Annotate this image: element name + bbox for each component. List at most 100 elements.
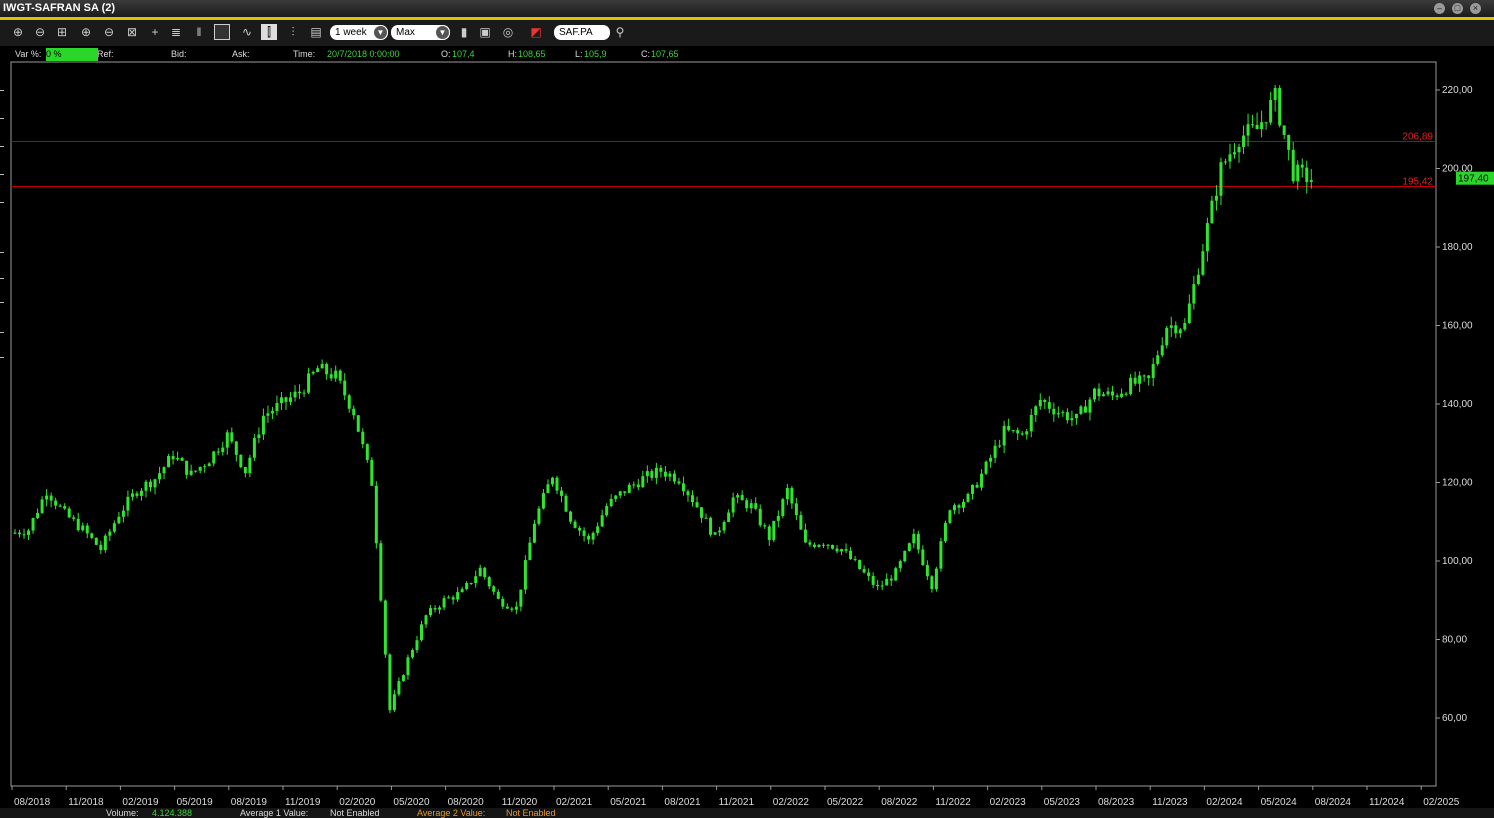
candle-body: [550, 477, 554, 485]
candle-body: [1115, 395, 1119, 397]
candle-body: [623, 491, 627, 493]
x-tick-label: 02/2024: [1206, 797, 1243, 808]
candle-body: [903, 550, 907, 562]
candle-body: [564, 495, 568, 512]
status-bar: Volume: 4.124.388 Average 1 Value: Not E…: [0, 808, 1494, 818]
x-tick-label: 05/2024: [1261, 797, 1298, 808]
candle-body: [736, 495, 740, 498]
candle-body: [130, 493, 134, 497]
candle-body: [912, 533, 916, 544]
candle-body: [591, 532, 595, 540]
candle-body: [248, 457, 252, 474]
candle-body: [672, 473, 676, 482]
candle-body: [971, 484, 975, 494]
candle-body: [641, 476, 645, 488]
candle-body: [627, 484, 631, 493]
y-tick-label: 80,00: [1442, 635, 1467, 646]
candle-body: [546, 484, 550, 494]
candle-body: [614, 495, 618, 499]
candle-body: [1097, 388, 1101, 397]
x-axis: 08/2018 11/2018 02/2019 05/2019 08/2019 11/20…: [11, 786, 1460, 808]
candle-body: [835, 548, 839, 552]
y-tick-label: 120,00: [1442, 478, 1473, 489]
candle-body: [966, 493, 970, 502]
candle-body: [1228, 154, 1232, 162]
candle-body: [1142, 375, 1146, 377]
candle-body: [957, 505, 961, 508]
candle-body: [438, 607, 442, 610]
x-tick-label: 11/2021: [719, 797, 755, 808]
candle-body: [532, 523, 536, 543]
candle-body: [225, 432, 229, 448]
x-tick-label: 05/2023: [1044, 797, 1081, 808]
candle-body: [388, 654, 392, 711]
candle-body: [1007, 425, 1011, 431]
candle-body: [406, 657, 410, 676]
candle-body: [221, 447, 225, 453]
candle-body: [654, 467, 658, 478]
candle-body: [139, 490, 143, 496]
candle-body: [1183, 323, 1187, 330]
candle-body: [681, 483, 685, 492]
candle-body: [700, 507, 704, 518]
candle-body: [1169, 325, 1173, 328]
candle-body: [569, 511, 573, 522]
candle-body: [1056, 413, 1060, 415]
x-tick-label: 08/2018: [14, 797, 51, 808]
price-chart[interactable]: 206,89 195,42 60,00 80,00 100,00 120,00 140,0…: [0, 0, 1494, 818]
x-tick-label: 02/2022: [773, 797, 810, 808]
candle-body: [1309, 180, 1313, 182]
candle-body: [1156, 355, 1160, 365]
y-tick-label: 220,00: [1442, 85, 1473, 96]
candle-body: [1251, 124, 1255, 126]
candle-body: [135, 493, 139, 496]
candle-body: [13, 532, 17, 534]
x-tick-label: 11/2020: [502, 797, 538, 808]
candle-body: [1278, 87, 1282, 126]
candle-body: [1210, 200, 1214, 224]
candle-body: [1061, 412, 1065, 414]
candle-body: [1219, 162, 1223, 196]
candle-body: [270, 411, 274, 414]
volume-label: Volume:: [106, 808, 139, 818]
candle-body: [980, 473, 984, 488]
candle-body: [1255, 124, 1259, 130]
candle-body: [1092, 388, 1096, 400]
candle-body: [76, 518, 80, 531]
candle-body: [880, 585, 884, 587]
candle-body: [474, 576, 478, 584]
candle-body: [298, 391, 302, 394]
candle-body: [1083, 406, 1087, 413]
candle-body: [81, 525, 85, 531]
candle-body: [99, 544, 103, 551]
candle-body: [1305, 167, 1309, 182]
candle-body: [1124, 393, 1128, 395]
candle-body: [514, 606, 518, 610]
candle-body: [442, 598, 446, 608]
candle-body: [817, 545, 821, 547]
candle-body: [1205, 223, 1209, 252]
candle-body: [573, 521, 577, 528]
candle-body: [90, 533, 94, 538]
candle-body: [343, 380, 347, 396]
candle-body: [1192, 284, 1196, 304]
candle-body: [293, 391, 297, 398]
candle-body: [808, 542, 812, 545]
candle-body: [952, 505, 956, 511]
candle-body: [541, 493, 545, 509]
candle-body: [758, 508, 762, 526]
candle-body: [153, 479, 157, 488]
candle-body: [1038, 400, 1042, 407]
candle-body: [1242, 135, 1246, 147]
candle-body: [523, 560, 527, 590]
candle-body: [1043, 400, 1047, 403]
candle-body: [885, 578, 889, 586]
candle-body: [704, 517, 708, 519]
candle-body: [492, 586, 496, 592]
avg1-value: Not Enabled: [330, 808, 380, 818]
candle-body: [108, 531, 112, 536]
candle-body: [636, 484, 640, 488]
candle-body: [338, 370, 342, 381]
candle-body: [379, 543, 383, 601]
x-tick-label: 08/2020: [448, 797, 485, 808]
